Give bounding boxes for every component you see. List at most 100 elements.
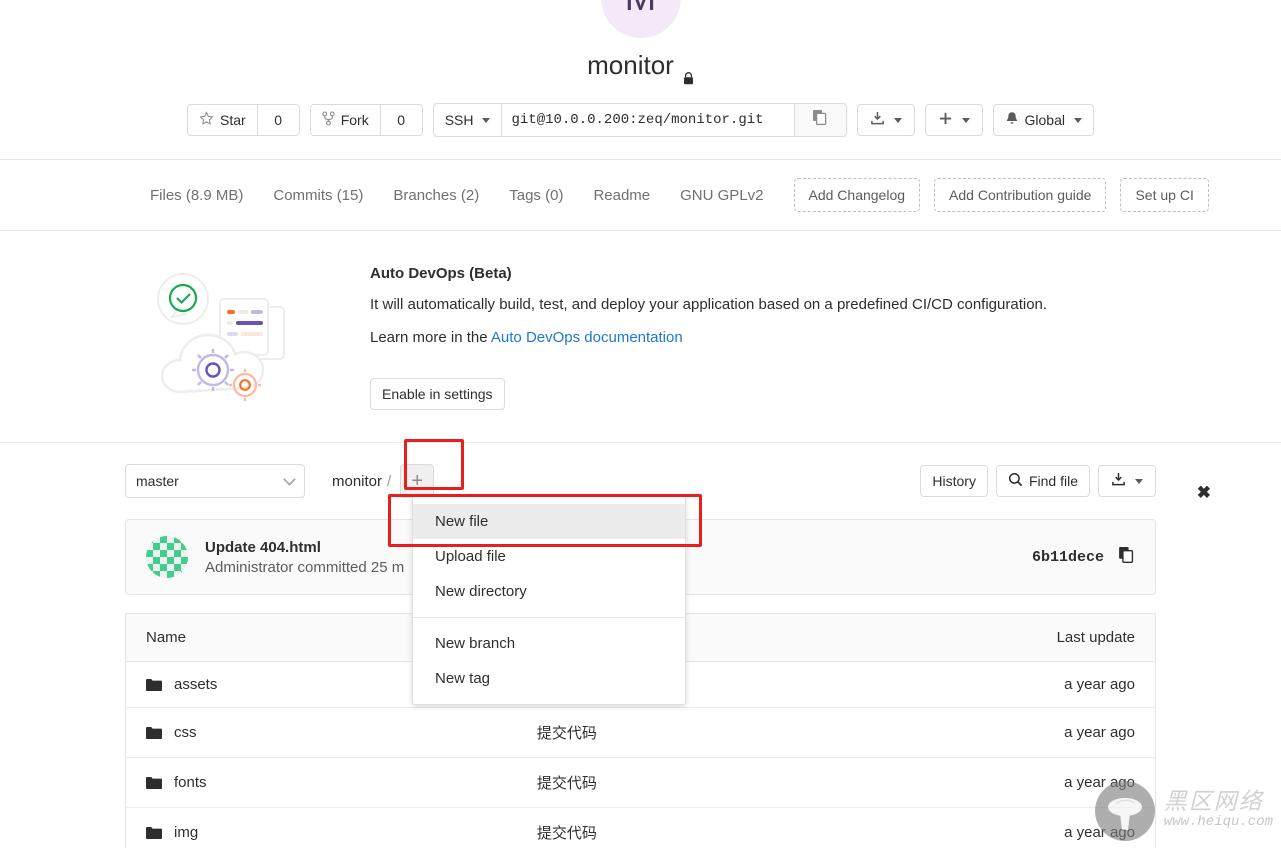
menu-item-new-directory[interactable]: New directory	[413, 574, 685, 609]
add-to-project-button[interactable]	[924, 104, 983, 136]
branch-label: master	[136, 473, 179, 489]
nav-commits[interactable]: Commits (15)	[273, 187, 363, 204]
fork-button[interactable]: Fork	[309, 104, 381, 136]
nav-readme[interactable]: Readme	[593, 187, 650, 204]
add-to-tree-button[interactable]: +	[400, 464, 435, 498]
auto-devops-illustration	[150, 257, 350, 412]
copy-icon[interactable]	[1118, 546, 1135, 569]
folder-icon	[146, 826, 162, 839]
page-title: monitor	[0, 50, 1281, 85]
chevron-down-icon	[961, 117, 970, 123]
set-up-ci-button[interactable]: Set up CI	[1120, 178, 1209, 212]
find-file-button[interactable]: Find file	[995, 465, 1090, 497]
cell-name: img	[125, 807, 517, 848]
menu-item-new-tag[interactable]: New tag	[413, 661, 685, 696]
chevron-down-icon	[1073, 117, 1082, 123]
star-group: Star 0	[187, 104, 300, 136]
avatar-wrap: M	[0, 0, 1281, 38]
enable-in-settings-button[interactable]: Enable in settings	[370, 377, 505, 410]
clone-protocol-dropdown[interactable]: SSH	[433, 104, 502, 136]
cell-last-commit: 提交代码	[516, 807, 929, 848]
menu-item-upload-file[interactable]: Upload file	[413, 539, 685, 574]
bell-icon	[1005, 111, 1019, 130]
clone-protocol-label: SSH	[444, 112, 474, 128]
copy-icon	[812, 109, 828, 131]
cell-last-update: a year ago	[928, 661, 1156, 708]
chevron-down-icon	[283, 472, 296, 486]
nav-branches[interactable]: Branches (2)	[393, 187, 479, 204]
project-name: monitor	[587, 50, 674, 80]
notification-label: Global	[1024, 112, 1065, 128]
commit-title[interactable]: Update 404.html	[205, 539, 404, 556]
table-row[interactable]: img 提交代码 a year ago	[125, 807, 1156, 848]
nav-license[interactable]: GNU GPLv2	[680, 187, 763, 204]
fork-group: Fork 0	[309, 104, 423, 136]
auto-devops-learn-more: Learn more in the Auto DevOps documentat…	[370, 327, 1131, 349]
project-nav: Files (8.9 MB) Commits (15) Branches (2)…	[0, 159, 1281, 231]
copy-url-button[interactable]	[793, 104, 846, 136]
history-button[interactable]: History	[920, 465, 988, 497]
fork-icon	[322, 111, 335, 129]
auto-devops-banner: Auto DevOps (Beta) It will automatically…	[0, 231, 1281, 501]
chevron-down-icon	[481, 117, 490, 123]
folder-icon	[146, 678, 162, 691]
menu-item-new-branch[interactable]: New branch	[413, 626, 685, 661]
download-tree-button[interactable]	[1098, 465, 1156, 497]
auto-devops-doc-link[interactable]: Auto DevOps documentation	[491, 329, 683, 346]
file-name[interactable]: assets	[174, 676, 217, 693]
plus-icon: +	[411, 470, 424, 492]
chevron-down-icon	[893, 117, 902, 123]
learn-more-prefix: Learn more in the	[370, 328, 491, 346]
auto-devops-body: Auto DevOps (Beta) It will automatically…	[350, 257, 1131, 410]
menu-item-new-file[interactable]: New file	[413, 504, 685, 539]
file-name[interactable]: fonts	[174, 774, 207, 791]
cell-name: css	[125, 707, 517, 758]
close-icon[interactable]: ✖	[1197, 484, 1211, 501]
folder-icon	[146, 776, 162, 789]
auto-devops-title: Auto DevOps (Beta)	[370, 265, 512, 282]
star-label: Star	[220, 112, 246, 128]
plus-icon	[938, 111, 953, 129]
folder-icon	[146, 726, 162, 739]
table-row[interactable]: css 提交代码 a year ago	[125, 707, 1156, 758]
download-icon	[1111, 472, 1126, 490]
cell-last-update: a year ago	[928, 707, 1156, 758]
nav-files[interactable]: Files (8.9 MB)	[150, 187, 243, 204]
breadcrumb: monitor /	[332, 473, 396, 490]
clone-toolbar: Star 0 Fork 0 SSH git@10.0.0.200:zeq/mon…	[0, 103, 1281, 137]
commit-sha[interactable]: 6b11dece	[1032, 549, 1104, 566]
branch-selector[interactable]: master	[125, 464, 305, 498]
file-name[interactable]: css	[174, 724, 197, 741]
star-count[interactable]: 0	[257, 104, 300, 136]
breadcrumb-root[interactable]: monitor	[332, 473, 382, 490]
clone-url-input[interactable]	[501, 104, 794, 136]
add-contribution-guide-button[interactable]: Add Contribution guide	[934, 178, 1107, 212]
chevron-down-icon	[1135, 478, 1143, 484]
star-icon	[199, 111, 214, 129]
search-icon	[1008, 472, 1023, 490]
cell-name: fonts	[125, 757, 517, 808]
notification-button[interactable]: Global	[992, 104, 1094, 136]
breadcrumb-separator: /	[387, 472, 392, 490]
commit-right: 6b11dece	[1032, 546, 1135, 569]
auto-devops-description: It will automatically build, test, and d…	[370, 296, 1048, 313]
table-row[interactable]: fonts 提交代码 a year ago	[125, 757, 1156, 808]
commit-subtitle: Administrator committed 25 m	[205, 558, 405, 576]
gitlab-project-page: M monitor Star 0	[0, 0, 1281, 848]
cell-last-update: a year ago	[928, 807, 1156, 848]
download-source-button[interactable]	[856, 104, 915, 136]
download-icon	[870, 111, 885, 129]
add-changelog-button[interactable]: Add Changelog	[793, 178, 921, 212]
column-last-update: Last update	[928, 613, 1156, 662]
tree-actions: History Find file	[920, 465, 1156, 497]
project-avatar: M	[600, 0, 681, 38]
add-to-tree-menu: New file Upload file New directory New b…	[412, 495, 686, 705]
identicon-avatar	[146, 536, 188, 578]
file-name[interactable]: img	[174, 824, 198, 841]
menu-separator	[413, 617, 685, 618]
commit-text: Update 404.html Administrator committed …	[205, 539, 404, 576]
star-button[interactable]: Star	[187, 104, 258, 136]
clone-field: SSH	[432, 103, 847, 137]
fork-count[interactable]: 0	[380, 104, 423, 136]
nav-tags[interactable]: Tags (0)	[509, 187, 563, 204]
